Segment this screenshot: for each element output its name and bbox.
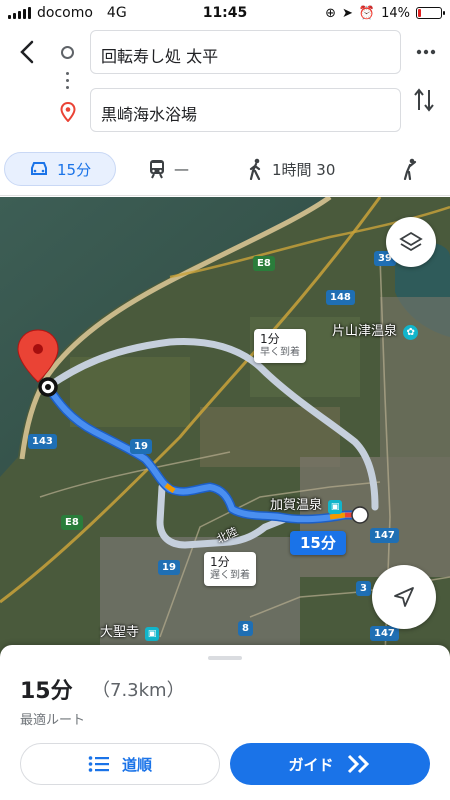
car-icon [31, 162, 47, 175]
road-shield-8: 8 [238, 621, 253, 636]
more-vert-icon[interactable] [414, 42, 438, 62]
route-summary-sheet[interactable]: 15分 （7.3km） 最適ルート 道順 ガイド [0, 645, 450, 800]
tab-walking[interactable]: 1時間 30 [248, 152, 335, 186]
tab-driving[interactable]: 15分 [4, 152, 116, 186]
tab-driving-label: 15分 [57, 160, 92, 179]
train-icon [150, 160, 164, 179]
my-location-button[interactable] [372, 565, 436, 629]
ride-icon [403, 158, 417, 180]
list-icon [88, 756, 109, 772]
route-search-panel: 回転寿し処 太平 黒崎海水浴場 [0, 26, 450, 138]
route-duration: 15分 [20, 679, 73, 704]
road-shield-19-south: 19 [158, 560, 180, 575]
train-station-icon: ▣ [328, 500, 343, 514]
location-arrow-icon: ➤ [342, 5, 353, 21]
callout-alt-faster[interactable]: 1分 早く到着 [254, 329, 306, 363]
road-shield-e8-south: E8 [61, 515, 83, 530]
road-shield-19: 19 [130, 439, 152, 454]
status-bar: docomo 4G 11:45 ⊕ ➤ ⏰ 14% [0, 0, 450, 26]
route-dots-icon [66, 72, 69, 93]
callout-alt-slower[interactable]: 1分 遅く到着 [204, 552, 256, 586]
battery-percent: 14% [381, 5, 410, 21]
alarm-icon: ⏰ [358, 5, 376, 21]
travel-mode-tabs: 15分 — 1時間 30 [0, 140, 450, 196]
tab-transit[interactable]: — [148, 152, 189, 186]
origin-circle-icon [61, 46, 74, 59]
back-arrow-icon[interactable] [14, 38, 42, 66]
place-label-daishoji[interactable]: 大聖寺 ▣ [100, 621, 160, 641]
road-shield-147-south: 147 [370, 626, 399, 641]
train-station-icon: ▣ [145, 627, 160, 641]
road-shield-147: 147 [370, 528, 399, 543]
road-shield-143: 143 [28, 434, 57, 449]
map-view[interactable]: E8 39 148 19 143 E8 147 19 8 147 3 片山津温泉… [0, 197, 450, 657]
double-chevron-right-icon [347, 754, 369, 774]
layers-icon [399, 231, 423, 252]
orientation-lock-icon: ⊕ [325, 5, 336, 21]
tab-ride[interactable] [398, 152, 418, 186]
steps-button-label: 道順 [121, 755, 152, 774]
navigation-arrow-icon [394, 587, 414, 607]
tab-transit-label: — [174, 160, 189, 178]
destination-field[interactable]: 黒崎海水浴場 [90, 88, 401, 132]
walk-icon [249, 158, 261, 180]
battery-icon [416, 7, 445, 19]
start-guidance-button[interactable]: ガイド [230, 743, 430, 785]
route-distance: （7.3km） [92, 680, 185, 701]
swap-icon[interactable] [412, 86, 436, 114]
place-label-kaga-onsen[interactable]: 加賀温泉 ▣ [270, 494, 343, 514]
layers-button[interactable] [386, 217, 436, 267]
steps-button[interactable]: 道順 [20, 743, 220, 785]
callout-main-route[interactable]: 15分 [290, 531, 346, 555]
tab-walking-label: 1時間 30 [272, 160, 336, 179]
origin-field[interactable]: 回転寿し処 太平 [90, 30, 401, 74]
road-shield-e8: E8 [253, 256, 275, 271]
onsen-icon: ✿ [403, 325, 419, 340]
road-shield-3: 3 [356, 581, 371, 596]
destination-pin-icon [60, 102, 76, 122]
route-description: 最適ルート [20, 713, 86, 728]
road-shield-148: 148 [326, 290, 355, 305]
place-label-katayamazu[interactable]: 片山津温泉 ✿ [332, 320, 419, 340]
guide-button-label: ガイド [288, 755, 334, 774]
origin-marker[interactable] [351, 506, 369, 524]
drag-handle[interactable] [208, 656, 242, 660]
